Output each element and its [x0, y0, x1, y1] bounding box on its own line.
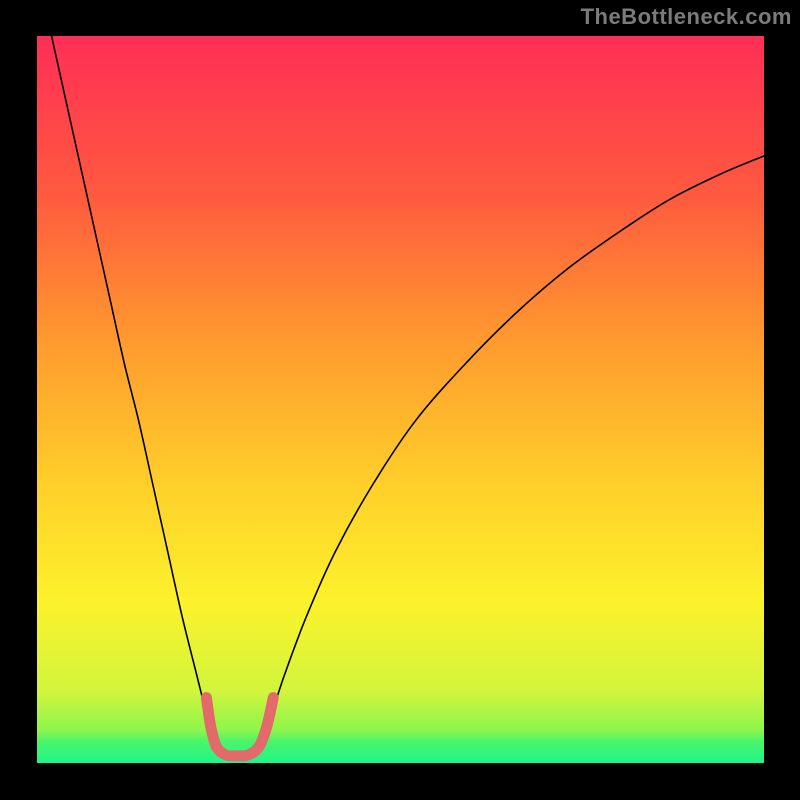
chart-frame: TheBottleneck.com	[0, 0, 800, 800]
gradient-background	[37, 36, 764, 763]
plot-area	[37, 36, 764, 763]
attribution-text: TheBottleneck.com	[581, 4, 792, 30]
plot-svg	[37, 36, 764, 763]
